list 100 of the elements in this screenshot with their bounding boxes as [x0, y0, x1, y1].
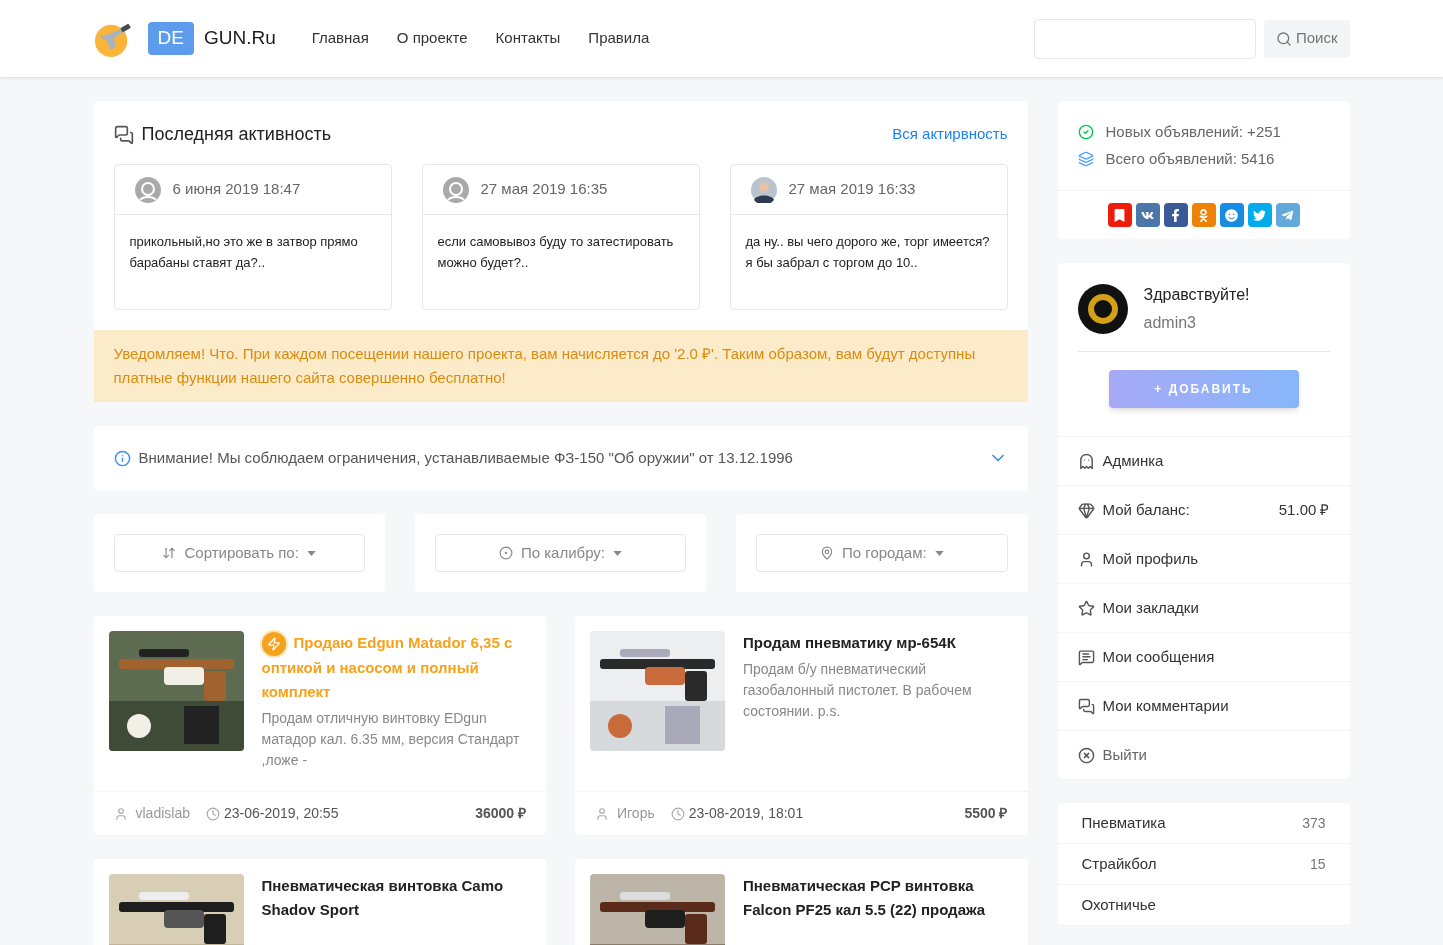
all-activity-link[interactable]: Вся актирвность: [892, 123, 1008, 146]
category-label: Охотничье: [1081, 894, 1156, 915]
activity-text: прикольный,но это же в затвор прямо барабаны ставят да?..: [128, 233, 359, 272]
balance-value: 51.00 ₽: [1278, 499, 1330, 520]
twitter-icon: [1253, 208, 1266, 222]
clock-icon: [206, 806, 220, 821]
caret-icon: [613, 550, 623, 556]
map-pin-icon: [819, 546, 834, 560]
listing-card[interactable]: Продам пневматику мр-654К Продам б/у пневматический газобалонный пистолет. В рабочем состоянии. p.s. Игорь 23-08-2019, 18:01 5500 ₽: [575, 616, 1028, 835]
search-field[interactable]: [1033, 18, 1256, 59]
check-circle-icon: [1077, 124, 1094, 141]
warning-text: Внимание! Мы соблюдаем ограничения, устанавливаемые ФЗ-150 "Об оружии" от 13.12.1996: [138, 447, 793, 468]
nav-link[interactable]: Главная: [297, 27, 383, 50]
message-icon: [1077, 648, 1095, 666]
listing-title[interactable]: Пневматическая винтовка Camo Shadov Sport: [261, 874, 531, 922]
user-icon: [113, 806, 128, 821]
menu-item[interactable]: Выйти: [1057, 730, 1350, 779]
star-icon: [1077, 599, 1095, 617]
listing-description: Продам отличную винтовку EDgun матадор кал. 6.35 мм, версия Стандарт ,ложе -: [261, 709, 521, 771]
share-button[interactable]: [1163, 203, 1188, 227]
layers-icon: [1077, 150, 1094, 167]
filter-dropdown[interactable]: По калибру:: [434, 534, 687, 572]
search-button[interactable]: Поиск: [1263, 19, 1350, 58]
close-circle-icon: [1077, 746, 1095, 764]
listing-title[interactable]: Продам пневматику мр-654К: [743, 631, 1013, 655]
activity-card[interactable]: 27 мая 2019 16:33 да ну.. вы чего дорого же, торг имеется? я бы забрал с торгом до 10..: [729, 164, 1008, 310]
avatar: [442, 176, 469, 203]
avatar: [134, 176, 161, 203]
bookmark-icon: [1113, 208, 1126, 222]
menu-label: Мой профиль: [1102, 548, 1199, 569]
caret-icon: [306, 550, 316, 556]
listing-card[interactable]: Пневматическая PCP винтовка Falcon PF25 кал 5.5 (22) продажа: [575, 859, 1028, 945]
sort-icon: [162, 546, 177, 560]
listing-card[interactable]: Пневматическая винтовка Camo Shadov Sport: [93, 859, 546, 945]
category-item[interactable]: Пневматика 373: [1057, 803, 1350, 844]
category-label: Пневматика: [1081, 812, 1166, 833]
logo-badge: DE: [147, 22, 194, 55]
menu-item[interactable]: Админка: [1057, 436, 1350, 485]
panel-title: Последняя активность: [141, 123, 332, 146]
search-icon: [1275, 30, 1292, 47]
menu-item[interactable]: Мой профиль: [1057, 534, 1350, 583]
activity-card[interactable]: 6 июня 2019 18:47 прикольный,но это же в затвор прямо барабаны ставят да?..: [113, 164, 392, 310]
activity-card[interactable]: 27 мая 2019 16:35 если самовывоз буду то затестировать можно будет?..: [421, 164, 700, 310]
listing-price: 36000 ₽: [475, 804, 526, 823]
activity-text: если самовывоз буду то затестировать можно будет?..: [436, 233, 675, 272]
warning-panel[interactable]: Внимание! Мы соблюдаем ограничения, устанавливаемые ФЗ-150 "Об оружии" от 13.12.1996: [93, 426, 1028, 490]
listing-title[interactable]: Пневматическая PCP винтовка Falcon PF25 кал 5.5 (22) продажа: [743, 874, 1013, 922]
activity-date: 27 мая 2019 16:35: [480, 179, 608, 200]
category-count: 15: [1309, 854, 1326, 874]
caret-icon: [934, 550, 944, 556]
filter-dropdown[interactable]: По городам:: [756, 534, 1008, 572]
listing-description: Продам б/у пневматический газобалонный пистолет. В рабочем состоянии. p.s.: [743, 660, 973, 721]
category-item[interactable]: Страйкбол 15: [1057, 844, 1350, 885]
diamond-icon: [1077, 501, 1095, 519]
share-button[interactable]: [1219, 203, 1244, 227]
listing-date: 23-08-2019, 18:01: [688, 804, 804, 823]
user-icon: [595, 806, 609, 821]
menu-item[interactable]: Мои сообщения: [1057, 632, 1350, 681]
activity-date: 6 июня 2019 18:47: [172, 179, 301, 200]
menu-item[interactable]: Мои комментарии: [1057, 681, 1350, 730]
stat-text: Всего объявлений: 5416: [1105, 148, 1275, 169]
menu-label: Выйти: [1102, 744, 1147, 765]
menu-label: Админка: [1102, 450, 1164, 471]
logo-text: GUN.Ru: [203, 26, 276, 51]
menu-label: Мои комментарии: [1102, 695, 1229, 716]
comments-icon: [1077, 697, 1095, 715]
info-icon: [113, 449, 131, 467]
facebook-icon: [1169, 208, 1182, 222]
listing-date: 23-06-2019, 20:55: [224, 804, 339, 823]
filter-dropdown[interactable]: Сортировать по:: [113, 534, 365, 572]
odnoklassniki-icon: [1197, 208, 1210, 222]
listing-price: 5500 ₽: [964, 804, 1008, 823]
lightning-icon: [261, 632, 286, 657]
nav-link[interactable]: Правила: [574, 27, 664, 50]
activity-date: 27 мая 2019 16:33: [788, 179, 916, 200]
nav-link[interactable]: О проекте: [382, 27, 482, 50]
menu-item[interactable]: Мои закладки: [1057, 583, 1350, 632]
stat-text: Новых объявлений: +251: [1105, 122, 1281, 142]
user-name: admin3: [1143, 313, 1197, 333]
menu-label: Мои закладки: [1102, 597, 1199, 618]
menu-label: Мой баланс:: [1102, 499, 1190, 520]
greeting: Здравствуйте!: [1143, 285, 1250, 305]
category-item[interactable]: Охотничье: [1057, 885, 1350, 926]
avatar: [750, 176, 777, 203]
menu-item[interactable]: Мой баланс: 51.00 ₽: [1057, 485, 1350, 534]
ghost-icon: [1077, 452, 1095, 470]
clock-icon: [670, 806, 685, 821]
smile-icon: [1225, 208, 1238, 222]
nav-link[interactable]: Контакты: [481, 27, 575, 50]
telegram-icon: [1281, 208, 1294, 222]
user-avatar: [1077, 284, 1128, 334]
dot-circle-icon: [498, 546, 513, 560]
notice-banner: Уведомляем! Что. При каждом посещении нашего проекта, вам начисляется до '2.0 ₽'. Таким образом, вам будут доступны платные функции нашего сайта совершенно бесплатно!: [93, 330, 1028, 402]
share-button[interactable]: [1135, 203, 1160, 227]
menu-label: Мои сообщения: [1102, 646, 1215, 667]
activity-text: да ну.. вы чего дорого же, торг имеется? я бы забрал с торгом до 10..: [744, 233, 991, 272]
category-count: 373: [1302, 813, 1326, 833]
category-label: Страйкбол: [1081, 853, 1157, 874]
share-button[interactable]: [1107, 203, 1132, 227]
comments-icon: [113, 124, 134, 145]
